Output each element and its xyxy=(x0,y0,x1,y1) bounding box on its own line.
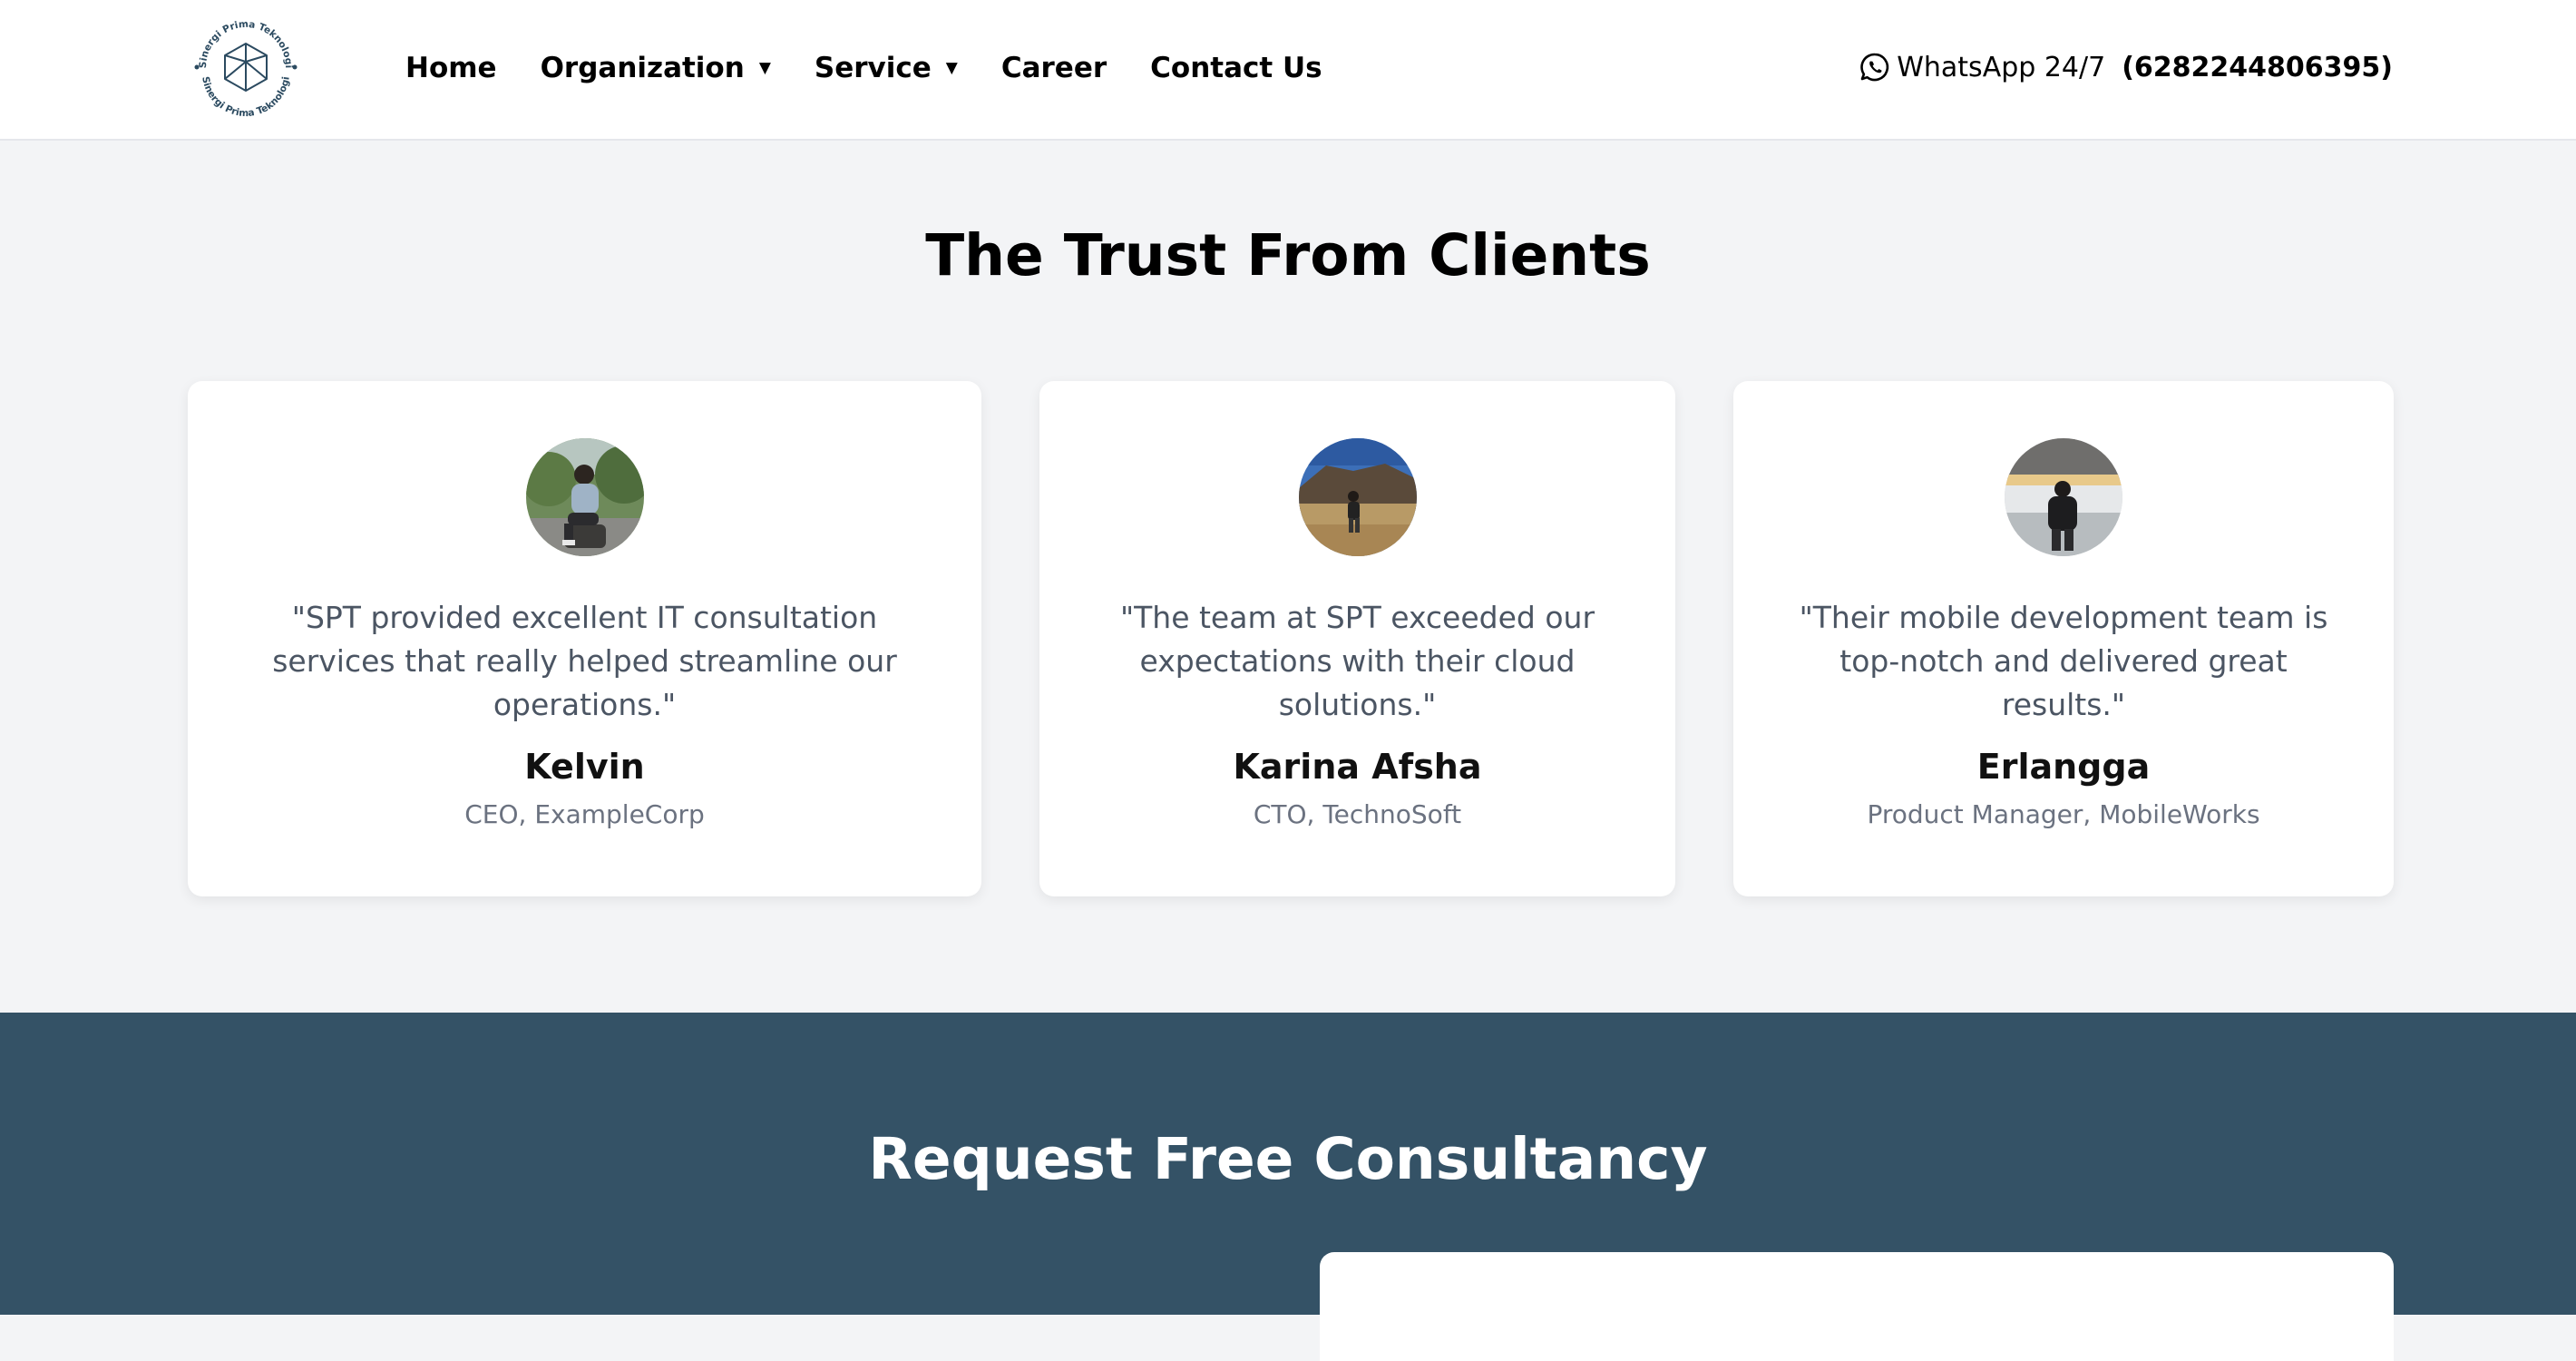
testimonial-role: Product Manager, MobileWorks xyxy=(1867,799,2260,829)
title-rest: Consultancy xyxy=(1313,1126,1708,1192)
nav-item-service[interactable]: Service ▼ xyxy=(815,52,958,84)
testimonial-name: Erlangga xyxy=(1976,747,2151,787)
avatar xyxy=(525,438,644,556)
main-nav: Home Organization ▼ Service ▼ Career Con… xyxy=(405,0,1366,136)
testimonial-card: "The team at SPT exceeded our expectatio… xyxy=(1039,381,1675,896)
whatsapp-number[interactable]: (6282244806395) xyxy=(2122,52,2393,83)
dropdown-caret-icon: ▼ xyxy=(945,59,958,77)
avatar xyxy=(1298,438,1417,556)
whatsapp-icon xyxy=(1860,53,1889,82)
nav-item-career[interactable]: Career xyxy=(1001,52,1107,84)
nav-label: Organization xyxy=(540,52,745,84)
section-title: The Trust From Clients xyxy=(0,222,2576,289)
consultancy-section: Request Free Consultancy xyxy=(0,1013,2576,1361)
dropdown-caret-icon: ▼ xyxy=(758,59,771,77)
testimonial-quote: "The team at SPT exceeded our expectatio… xyxy=(1119,600,1595,722)
nav-item-contact-us[interactable]: Contact Us xyxy=(1150,52,1322,84)
testimonial-quote: "SPT provided excellent IT consultation … xyxy=(272,600,897,722)
nav-label: Home xyxy=(405,52,497,84)
title-rest: From Clients xyxy=(1246,222,1651,289)
consultancy-form-card xyxy=(1320,1252,2394,1361)
whatsapp-contact[interactable]: WhatsApp 24/7 (6282244806395) xyxy=(1859,0,2393,134)
whatsapp-label: WhatsApp 24/7 xyxy=(1897,51,2106,83)
testimonial-role: CEO, ExampleCorp xyxy=(464,799,705,829)
nav-label: Contact Us xyxy=(1150,52,1322,84)
section-title: Request Free Consultancy xyxy=(0,1126,2576,1192)
nav-item-home[interactable]: Home xyxy=(405,52,497,84)
testimonial-quote: "Their mobile development team is top-no… xyxy=(1799,600,2328,722)
title-bold: The Trust xyxy=(925,222,1227,289)
testimonial-name: Karina Afsha xyxy=(1233,747,1482,787)
company-logo[interactable]: Sinergi Prima Teknologi Sinergi Prima Te… xyxy=(186,7,306,127)
nav-item-organization[interactable]: Organization ▼ xyxy=(541,52,771,84)
testimonial-role: CTO, TechnoSoft xyxy=(1253,799,1462,829)
nav-label: Service xyxy=(814,52,932,84)
site-header: Sinergi Prima Teknologi Sinergi Prima Te… xyxy=(0,0,2576,141)
testimonial-card: "Their mobile development team is top-no… xyxy=(1733,381,2394,896)
testimonial-name: Kelvin xyxy=(524,747,645,787)
testimonial-card: "SPT provided excellent IT consultation … xyxy=(188,381,981,896)
title-bold: Request Free xyxy=(868,1126,1294,1192)
nav-label: Career xyxy=(1000,52,1107,84)
avatar xyxy=(2005,438,2122,556)
